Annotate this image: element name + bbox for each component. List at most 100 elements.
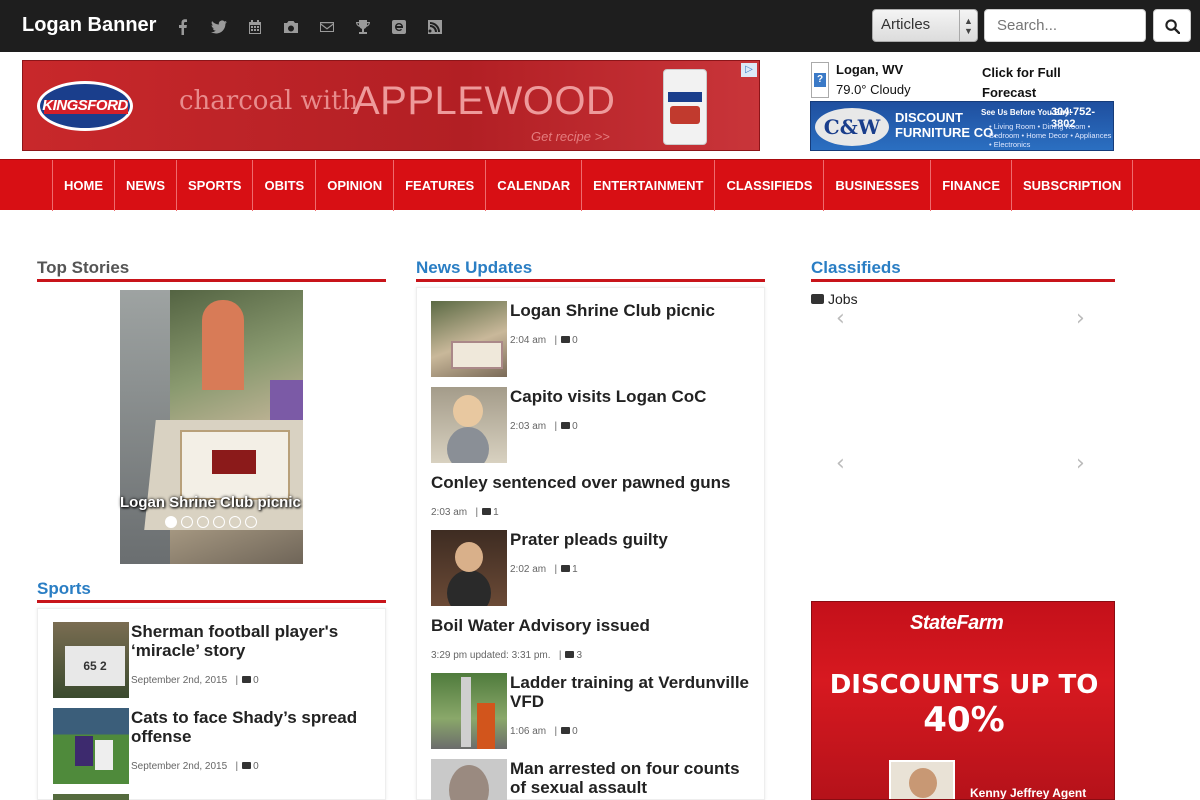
social-links <box>165 16 453 38</box>
sports-title-1[interactable]: Sherman football player's ‘miracle’ story <box>131 622 338 660</box>
search-scope-value: Articles <box>881 16 931 33</box>
classifieds-prev-chevron-icon[interactable]: ‹ <box>836 306 845 331</box>
ad-cta: Get recipe >> <box>531 129 610 144</box>
news-thumb-4[interactable] <box>431 530 507 606</box>
nav-item-entertainment[interactable]: ENTERTAINMENT <box>582 160 716 211</box>
statefarm-logo: StateFarm <box>910 612 1004 634</box>
news-title-4[interactable]: Prater pleads guilty <box>510 530 668 549</box>
slider-dot-1[interactable] <box>165 516 177 528</box>
comment-icon <box>561 565 571 572</box>
comment-icon <box>565 651 575 658</box>
news-thumb-6[interactable] <box>431 673 507 749</box>
classifieds-heading: Classifieds <box>811 258 1115 282</box>
comment-icon <box>482 508 492 515</box>
news-meta-6: 1:06 am | 0 <box>510 726 578 737</box>
search-scope-select[interactable]: Articles ▲ ▼ <box>872 9 978 42</box>
nav-item-subscription[interactable]: SUBSCRIPTION <box>1012 160 1134 211</box>
news-meta-3: 2:03 am | 1 <box>431 507 499 518</box>
trophy-icon[interactable] <box>345 16 381 38</box>
news-thumb-7[interactable] <box>431 759 507 800</box>
kingsford-logo: KINGSFORD <box>37 81 133 131</box>
news-title-7[interactable]: Man arrested on four counts of sexual ass… <box>510 759 740 797</box>
select-arrows-icon: ▲ ▼ <box>959 10 977 41</box>
main-nav: HOME NEWS SPORTS OBITS OPINION FEATURES CALEND… <box>0 159 1200 211</box>
comment-icon <box>561 727 571 734</box>
nav-item-sports[interactable]: SPORTS <box>177 160 254 211</box>
nav-item-calendar[interactable]: CALENDAR <box>486 160 583 211</box>
nav-item-opinion[interactable]: OPINION <box>316 160 395 211</box>
slider-dot-3[interactable] <box>197 516 209 528</box>
kingsford-banner-ad[interactable]: KINGSFORD charcoal with APPLEWOOD Get re… <box>22 60 760 151</box>
news-updates-heading: News Updates <box>416 258 765 282</box>
news-title-6[interactable]: Ladder training at Verdunville VFD <box>510 673 749 711</box>
calendar-icon[interactable] <box>237 16 273 38</box>
statefarm-ad[interactable]: StateFarm DISCOUNTS UP TO 40% Kenny Jeff… <box>811 601 1115 800</box>
slider-next-chevron-icon[interactable]: › <box>343 424 352 449</box>
nav-item-features[interactable]: FEATURES <box>394 160 487 211</box>
forecast-link[interactable]: Click for Full Forecast <box>982 63 1082 103</box>
classifieds-next-chevron-icon[interactable]: › <box>1076 306 1085 331</box>
agent-name: Kenny Jeffrey Agent <box>970 786 1087 800</box>
nav-item-home[interactable]: HOME <box>53 160 115 211</box>
slider-dot-2[interactable] <box>181 516 193 528</box>
slider-dot-6[interactable] <box>245 516 257 528</box>
agent-photo <box>889 760 955 799</box>
weather-icon: ? <box>811 62 829 98</box>
search-input[interactable] <box>984 9 1146 42</box>
classifieds-prev-chevron-icon-2[interactable]: ‹ <box>836 451 845 476</box>
adchoices-icon[interactable]: ▷ <box>741 63 757 77</box>
camera-icon[interactable] <box>273 16 309 38</box>
weather-conditions: 79.0° Cloudy <box>836 82 911 97</box>
comment-icon <box>561 422 571 429</box>
nav-item-finance[interactable]: FINANCE <box>931 160 1012 211</box>
news-title-5[interactable]: Boil Water Advisory issued <box>431 616 650 635</box>
slider-dot-4[interactable] <box>213 516 225 528</box>
classifieds-jobs[interactable]: Jobs <box>811 291 858 307</box>
sports-thumb-1[interactable] <box>53 622 129 698</box>
sports-thumb-2[interactable] <box>53 708 129 784</box>
top-bar: Logan Banner Articles ▲ ▼ <box>0 0 1200 52</box>
sports-thumb-3[interactable] <box>53 794 129 800</box>
search-button[interactable] <box>1153 9 1191 42</box>
nav-item-classifieds[interactable]: CLASSIFIEDS <box>715 160 825 211</box>
nav-item-businesses[interactable]: BUSINESSES <box>824 160 932 211</box>
facebook-icon[interactable] <box>165 16 201 38</box>
sports-title-2[interactable]: Cats to face Shady’s spread offense <box>131 708 357 746</box>
mail-icon[interactable] <box>309 16 345 38</box>
sports-heading: Sports <box>37 579 386 603</box>
nav-item-obits[interactable]: OBITS <box>253 160 317 211</box>
news-meta-2: 2:03 am | 0 <box>510 421 578 432</box>
news-thumb-2[interactable] <box>431 387 507 463</box>
sports-meta-1: September 2nd, 2015 | 0 <box>131 675 259 686</box>
news-title-2[interactable]: Capito visits Logan CoC <box>510 387 706 406</box>
e-edition-icon[interactable] <box>381 16 417 38</box>
nav-item-news[interactable]: NEWS <box>115 160 177 211</box>
twitter-icon[interactable] <box>201 16 237 38</box>
charcoal-bag-image <box>663 69 707 145</box>
classifieds-next-chevron-icon-2[interactable]: › <box>1076 451 1085 476</box>
slider-prev-chevron-icon[interactable]: ‹ <box>64 424 73 449</box>
site-brand[interactable]: Logan Banner <box>22 14 156 37</box>
comment-icon <box>242 762 252 769</box>
cw-furniture-ad[interactable]: C&W DISCOUNT FURNITURE CO. See Us Before … <box>810 101 1114 151</box>
weather-city: Logan, WV <box>836 62 904 77</box>
top-stories-heading: Top Stories <box>37 258 386 282</box>
comment-icon <box>561 336 571 343</box>
cw-logo: C&W <box>815 108 889 146</box>
news-thumb-1[interactable] <box>431 301 507 377</box>
news-title-3[interactable]: Conley sentenced over pawned guns <box>431 473 730 492</box>
comment-icon <box>242 676 252 683</box>
slider-dot-5[interactable] <box>229 516 241 528</box>
briefcase-icon <box>811 294 824 304</box>
news-meta-1: 2:04 am | 0 <box>510 335 578 346</box>
cw-items: • Living Room • Dining Room • Bedroom • … <box>989 122 1112 149</box>
ad-text-line2: APPLEWOOD <box>353 79 616 123</box>
top-story-caption[interactable]: Logan Shrine Club picnic <box>120 494 303 511</box>
news-meta-5: 3:29 pm updated: 3:31 pm. | 3 <box>431 650 583 661</box>
sports-meta-2: September 2nd, 2015 | 0 <box>131 761 259 772</box>
ad-text-line1: charcoal with <box>179 86 359 116</box>
news-title-1[interactable]: Logan Shrine Club picnic <box>510 301 715 320</box>
slider-dots <box>165 516 257 528</box>
rss-icon[interactable] <box>417 16 453 38</box>
search-icon <box>1165 19 1180 34</box>
